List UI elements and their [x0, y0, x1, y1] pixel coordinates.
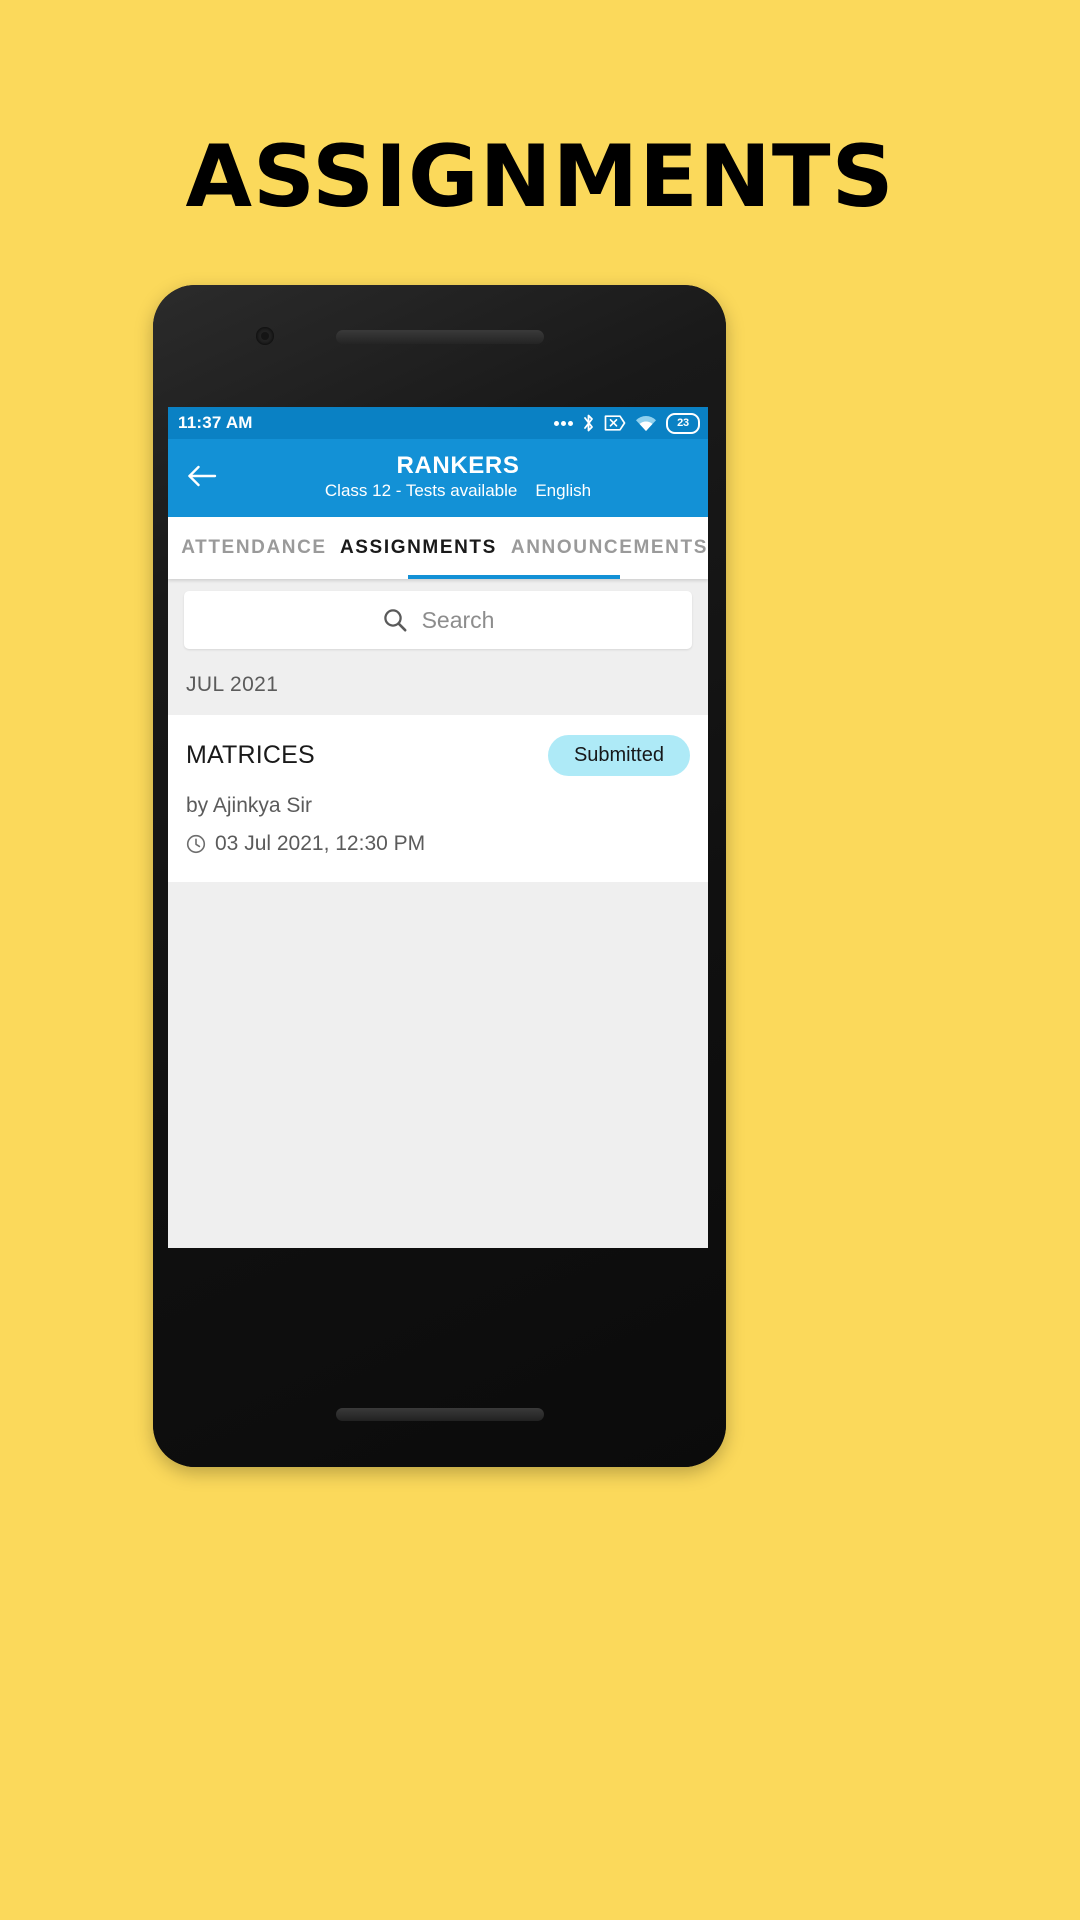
app-bar-subtitle-class: Class 12 - Tests available	[324, 480, 518, 500]
assignment-header-row: MATRICES Submitted	[186, 735, 690, 776]
phone-screen: 11:37 AM 23 RANKERS Class 12 - Tests ava…	[168, 407, 708, 1248]
status-time: 11:37 AM	[178, 413, 253, 432]
app-bar-titles: RANKERS Class 12 - Tests available Englis…	[168, 452, 708, 503]
back-button[interactable]	[182, 457, 224, 499]
page-title: ASSIGNMENTS	[185, 127, 895, 227]
status-badge: Submitted	[547, 735, 690, 776]
phone-mockup: 11:37 AM 23 RANKERS Class 12 - Tests ava…	[153, 285, 726, 1467]
sim-disabled-icon	[604, 414, 626, 432]
assignment-author: by Ajinkya Sir	[186, 794, 313, 817]
front-camera	[256, 327, 274, 345]
app-bar-subtitle: Class 12 - Tests available English	[218, 480, 698, 503]
assignment-date-row: 03 Jul 2021, 12:30 PM	[186, 832, 690, 856]
battery-icon: 23	[666, 412, 700, 434]
tab-active-indicator	[408, 575, 620, 579]
more-dots-icon	[554, 420, 573, 426]
app-bar: RANKERS Class 12 - Tests available Englis…	[168, 439, 708, 517]
search-input[interactable]: Search	[184, 591, 692, 649]
bluetooth-icon	[582, 413, 595, 433]
tab-bar: ATTENDANCE ASSIGNMENTS ANNOUNCEMENTS	[168, 517, 708, 579]
assignment-list-empty-area	[168, 882, 708, 1248]
earpiece-speaker	[335, 330, 544, 344]
tab-assignments[interactable]: ASSIGNMENTS	[340, 517, 497, 579]
tab-announcements[interactable]: ANNOUNCEMENTS	[497, 517, 708, 579]
assignment-list-item[interactable]: MATRICES Submitted by Ajinkya Sir 03 Jul…	[168, 715, 708, 882]
status-bar: 11:37 AM 23	[168, 407, 708, 439]
status-icons: 23	[554, 412, 700, 434]
app-bar-subtitle-language: English	[535, 480, 592, 500]
battery-level: 23	[677, 417, 689, 429]
assignment-date: 03 Jul 2021, 12:30 PM	[215, 832, 426, 855]
assignment-title: MATRICES	[186, 741, 315, 769]
search-icon	[382, 607, 408, 633]
phone-bottom-speaker	[335, 1408, 544, 1421]
app-bar-title: RANKERS	[396, 452, 520, 480]
search-placeholder: Search	[421, 606, 495, 633]
tab-attendance[interactable]: ATTENDANCE	[168, 517, 340, 579]
search-section: Search	[168, 579, 708, 659]
clock-icon	[186, 834, 206, 854]
arrow-left-icon	[188, 465, 218, 492]
wifi-icon	[635, 415, 657, 432]
month-section-header: JUL 2021	[168, 659, 708, 715]
